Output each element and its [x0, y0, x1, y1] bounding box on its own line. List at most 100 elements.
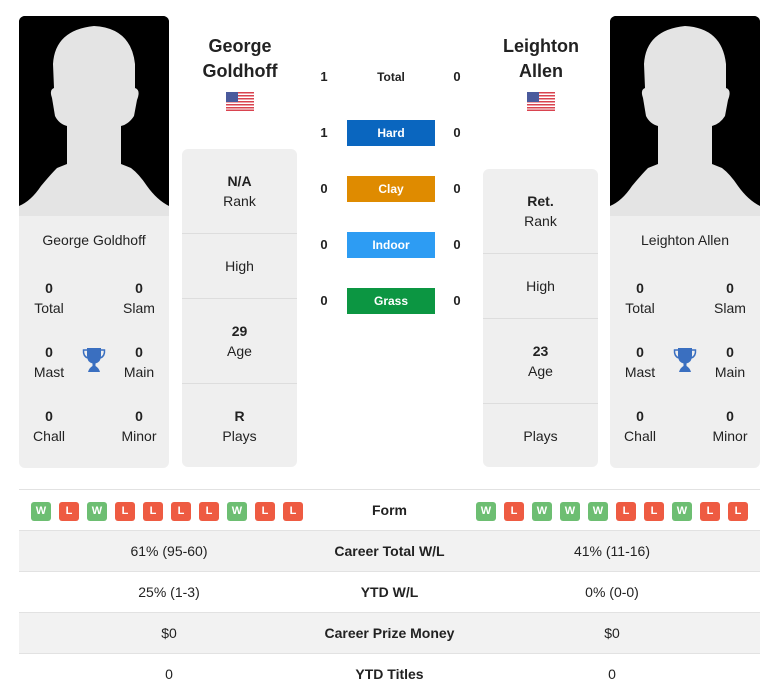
titles-total-value: 0	[45, 280, 53, 296]
form-badge-win[interactable]: W	[588, 502, 608, 521]
h2h-row-grass: 0 Grass 0	[310, 288, 470, 314]
form-badge-loss[interactable]: L	[59, 502, 79, 521]
age-left: 29 Age	[182, 299, 297, 384]
h2h-row-total: 1 Total 0	[310, 64, 470, 90]
high-label: High	[225, 258, 254, 274]
plays-left: R Plays	[182, 384, 297, 467]
titles-chall-label: Chall	[33, 428, 65, 444]
row-label: Career Total W/L	[334, 543, 445, 559]
comparison-table: WLWLLLLWLL Form WLWWWLLWLL 61% (95-60) C…	[19, 489, 760, 694]
us-flag-icon	[226, 92, 254, 111]
rank-value: Ret.	[527, 193, 554, 209]
info-card-left: N/A Rank High 29 Age R Plays	[182, 149, 297, 467]
titles-mast-left: 0 Mast	[19, 342, 79, 382]
left-value: 0	[165, 666, 173, 682]
us-flag-icon	[527, 92, 555, 111]
form-badge-win[interactable]: W	[560, 502, 580, 521]
titles-slam-label: Slam	[714, 300, 746, 316]
titles-chall-right: 0 Chall	[610, 406, 670, 446]
form-badge-win[interactable]: W	[532, 502, 552, 521]
titles-slam-right: 0 Slam	[700, 278, 760, 318]
titles-total-right: 0 Total	[610, 278, 670, 318]
titles-slam-value: 0	[726, 280, 734, 296]
form-badge-loss[interactable]: L	[728, 502, 748, 521]
player-heading-right[interactable]: Leighton Allen	[476, 34, 606, 84]
right-value: 41% (11-16)	[573, 543, 650, 559]
form-badge-win[interactable]: W	[227, 502, 247, 521]
form-row: WLWLLLLWLL Form WLWWWLLWLL	[19, 489, 760, 530]
surface-badge-clay[interactable]: Clay	[347, 176, 435, 202]
form-badges-left: WLWLLLLWLL	[31, 502, 303, 521]
rank-left: N/A Rank	[182, 149, 297, 234]
titles-main-label: Main	[714, 364, 746, 380]
titles-total-label: Total	[625, 300, 655, 316]
titles-main-left: 0 Main	[109, 342, 169, 382]
player-heading-left[interactable]: George Goldhoff	[175, 34, 305, 84]
age-value: 29	[231, 323, 248, 339]
rank-right: Ret. Rank	[483, 169, 598, 254]
titles-chall-value: 0	[636, 408, 644, 424]
titles-mast-label: Mast	[624, 364, 656, 380]
form-badge-loss[interactable]: L	[171, 502, 191, 521]
table-row-ytd-titles: 0 YTD Titles 0	[19, 653, 760, 694]
titles-slam-label: Slam	[123, 300, 155, 316]
table-row-ytd-wl: 25% (1-3) YTD W/L 0% (0-0)	[19, 571, 760, 612]
form-badge-loss[interactable]: L	[616, 502, 636, 521]
h2h-left-score: 0	[320, 181, 328, 196]
player-last-name: Allen	[518, 61, 563, 81]
h2h-page: George Goldhoff 0 Total 0 Slam 0 Mast 0 Main…	[0, 0, 779, 699]
titles-mast-value: 0	[636, 344, 644, 360]
table-row-career-wl: 61% (95-60) Career Total W/L 41% (11-16)	[19, 530, 760, 571]
silhouette-icon	[19, 16, 169, 216]
form-badge-loss[interactable]: L	[143, 502, 163, 521]
titles-chall-left: 0 Chall	[19, 406, 79, 446]
form-badge-loss[interactable]: L	[255, 502, 275, 521]
titles-minor-label: Minor	[121, 428, 157, 444]
titles-main-label: Main	[123, 364, 155, 380]
titles-minor-right: 0 Minor	[700, 406, 760, 446]
h2h-right-score: 0	[453, 237, 461, 252]
titles-mast-label: Mast	[33, 364, 65, 380]
form-badges-right: WLWWWLLWLL	[476, 502, 748, 521]
player-card-right: Leighton Allen 0 Total 0 Slam 0 Mast 0 Main …	[610, 16, 760, 468]
titles-mast-value: 0	[45, 344, 53, 360]
form-badge-loss[interactable]: L	[115, 502, 135, 521]
row-label: Career Prize Money	[324, 625, 455, 641]
form-badge-win[interactable]: W	[476, 502, 496, 521]
player-first-name: George	[208, 36, 272, 56]
form-badge-loss[interactable]: L	[644, 502, 664, 521]
h2h-row-hard: 1 Hard 0	[310, 120, 470, 146]
surface-badge-hard[interactable]: Hard	[347, 120, 435, 146]
titles-slam-left: 0 Slam	[109, 278, 169, 318]
titles-minor-label: Minor	[712, 428, 748, 444]
h2h-left-score: 1	[320, 69, 328, 84]
titles-total-left: 0 Total	[19, 278, 79, 318]
player-photo-left[interactable]	[19, 16, 169, 216]
high-left: High	[182, 234, 297, 299]
titles-main-value: 0	[726, 344, 734, 360]
form-badge-loss[interactable]: L	[199, 502, 219, 521]
titles-mast-right: 0 Mast	[610, 342, 670, 382]
h2h-right-score: 0	[453, 69, 461, 84]
player-photo-right[interactable]	[610, 16, 760, 216]
rank-label: Rank	[524, 213, 557, 229]
h2h-right-score: 0	[453, 293, 461, 308]
surface-badge-grass[interactable]: Grass	[347, 288, 435, 314]
surface-badge-indoor[interactable]: Indoor	[347, 232, 435, 258]
plays-label: Plays	[222, 427, 257, 444]
titles-minor-left: 0 Minor	[109, 406, 169, 446]
left-value: 25% (1-3)	[138, 584, 200, 600]
h2h-left-score: 0	[320, 237, 328, 252]
player-name-left[interactable]: George Goldhoff	[19, 232, 169, 248]
form-badge-win[interactable]: W	[87, 502, 107, 521]
player-name-right[interactable]: Leighton Allen	[610, 232, 760, 248]
age-right: 23 Age	[483, 319, 598, 404]
form-badge-win[interactable]: W	[31, 502, 51, 521]
form-badge-loss[interactable]: L	[700, 502, 720, 521]
form-badge-win[interactable]: W	[672, 502, 692, 521]
h2h-row-clay: 0 Clay 0	[310, 176, 470, 202]
info-card-right: Ret. Rank High 23 Age Plays	[483, 169, 598, 467]
high-right: High	[483, 254, 598, 319]
player-card-left: George Goldhoff 0 Total 0 Slam 0 Mast 0 Main…	[19, 16, 169, 468]
form-badge-loss[interactable]: L	[504, 502, 524, 521]
